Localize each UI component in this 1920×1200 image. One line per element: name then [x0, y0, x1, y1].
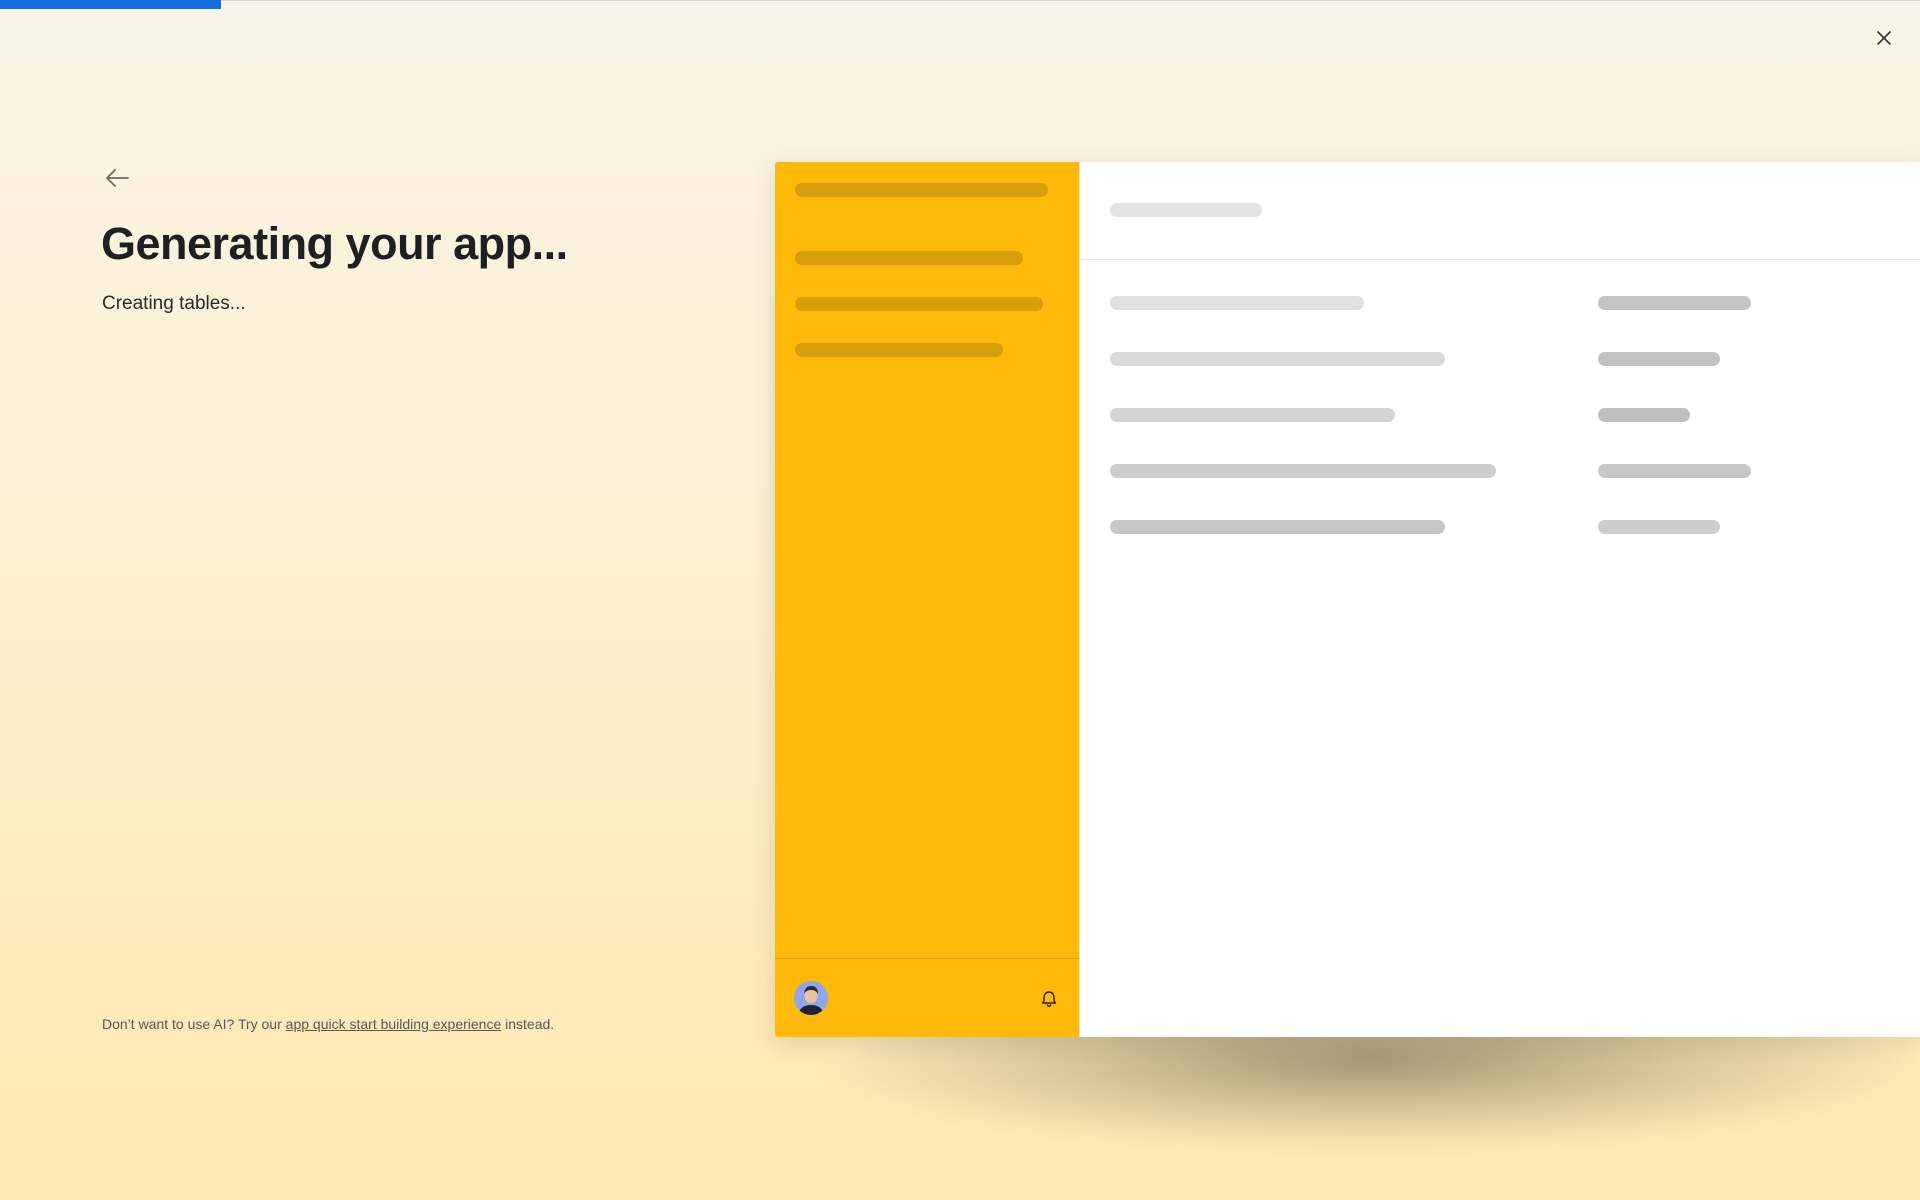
sidebar-skeleton-item: [795, 343, 1003, 357]
skeleton-cell: [1598, 408, 1690, 422]
user-avatar[interactable]: [794, 981, 828, 1015]
quick-start-link[interactable]: app quick start building experience: [286, 1016, 502, 1032]
skeleton-cell: [1110, 352, 1445, 366]
skeleton-cell: [1598, 464, 1751, 478]
footer-note: Don’t want to use AI? Try our app quick …: [102, 1016, 554, 1032]
avatar-image: [794, 981, 828, 1015]
arrow-left-icon: [106, 169, 129, 187]
sidebar-skeleton-title: [795, 183, 1048, 197]
progress-fill: [0, 0, 221, 9]
skeleton-cell: [1110, 464, 1496, 478]
footer-prefix: Don’t want to use AI? Try our: [102, 1016, 282, 1032]
sidebar-skeleton-item: [795, 251, 1023, 265]
preview-sidebar: [775, 162, 1080, 1037]
back-button[interactable]: [100, 161, 134, 195]
sidebar-skeleton-item: [795, 297, 1043, 311]
close-icon: [1877, 31, 1891, 45]
skeleton-cell: [1110, 296, 1364, 310]
skeleton-cell: [1110, 408, 1395, 422]
skeleton-cell: [1598, 520, 1720, 534]
skeleton-cell: [1598, 352, 1720, 366]
bell-icon: [1041, 991, 1057, 1007]
status-text: Creating tables...: [102, 293, 246, 314]
footer-suffix: instead.: [505, 1016, 555, 1032]
skeleton-cell: [1598, 296, 1751, 310]
notifications-button[interactable]: [1039, 988, 1059, 1008]
page-title: Generating your app...: [101, 218, 568, 269]
main-header-divider: [1080, 259, 1920, 260]
sidebar-footer-divider: [775, 958, 1079, 959]
skeleton-cell: [1110, 520, 1445, 534]
close-button[interactable]: [1868, 22, 1900, 54]
preview-main: [1080, 162, 1920, 1037]
app-preview: [775, 162, 1920, 1037]
progress-bar: [0, 0, 1920, 9]
main-skeleton-header: [1110, 203, 1262, 217]
